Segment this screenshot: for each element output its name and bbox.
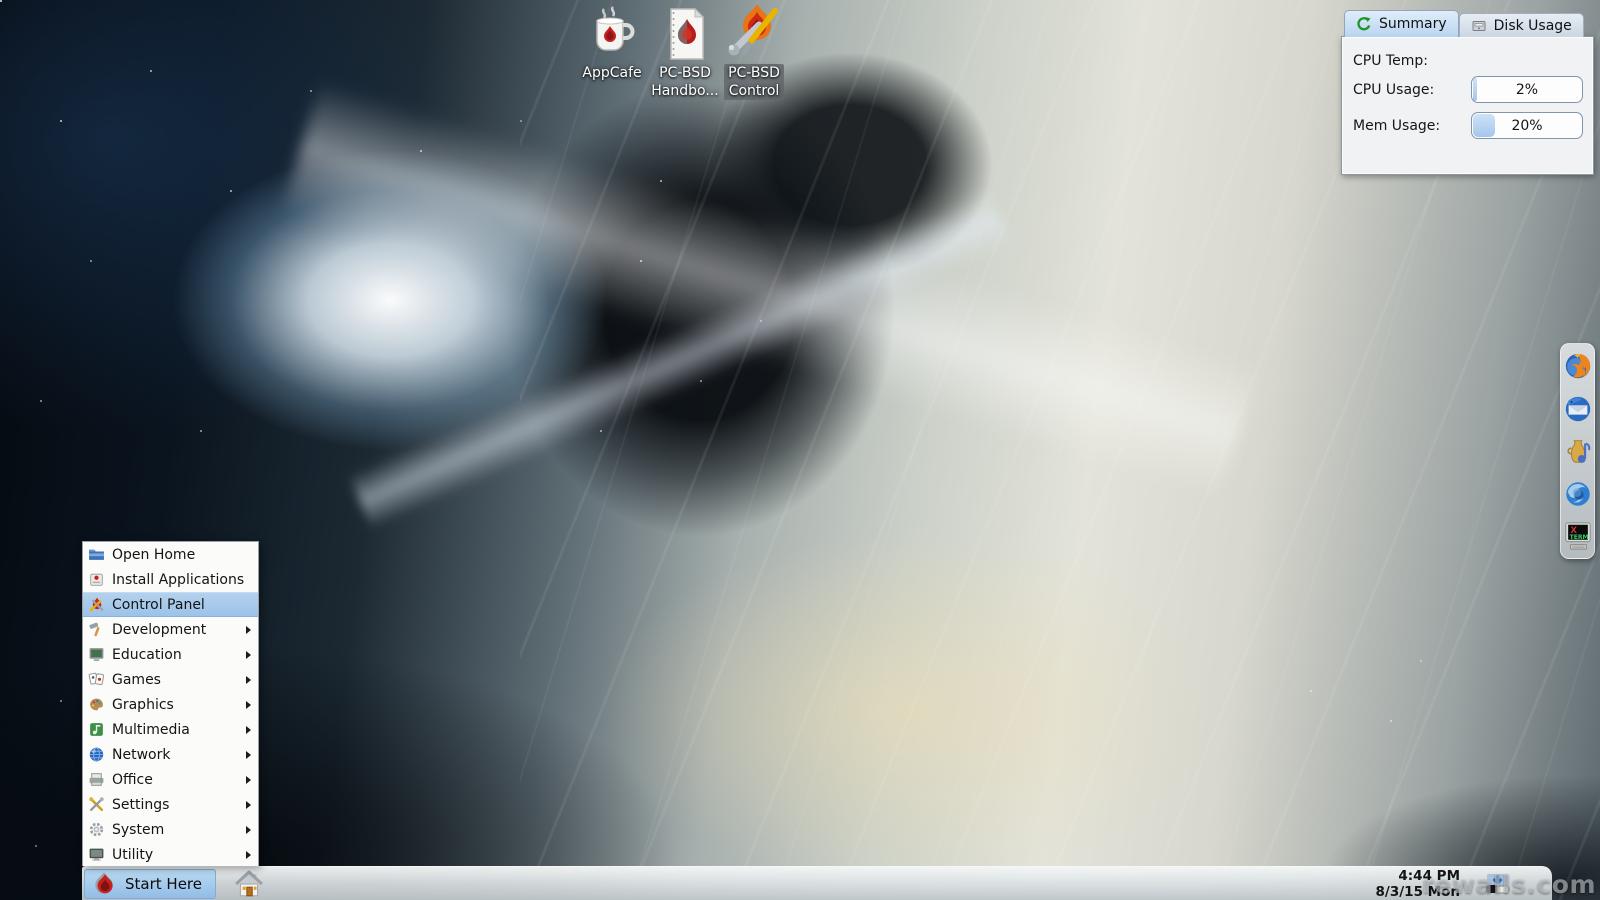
start-button[interactable]: Start Here xyxy=(84,868,216,899)
submenu-arrow-icon xyxy=(246,825,251,834)
menu-item-games[interactable]: Games xyxy=(83,667,258,692)
mem-usage-bar: 20% xyxy=(1471,112,1583,139)
house-icon xyxy=(235,870,263,896)
menu-item-office[interactable]: Office xyxy=(83,767,258,792)
menu-item-open-home[interactable]: Open Home xyxy=(83,542,258,567)
cpu-usage-bar: 2% xyxy=(1471,76,1583,103)
submenu-arrow-icon xyxy=(246,700,251,709)
palette-icon xyxy=(90,698,103,711)
crossed-tools-icon xyxy=(89,797,104,812)
submenu-arrow-icon xyxy=(246,850,251,859)
menu-item-utility[interactable]: Utility xyxy=(83,842,258,867)
monitor-body: CPU Temp: CPU Usage: 2% Mem Usage: 20% xyxy=(1341,36,1594,175)
home-button[interactable] xyxy=(232,868,266,900)
desktop-icon-label: PC-BSD Control xyxy=(724,64,784,100)
firefox-icon xyxy=(1565,353,1590,379)
monitor-tabs: Summary Disk Usage xyxy=(1341,10,1594,37)
dock-item-browser[interactable] xyxy=(1563,479,1593,509)
submenu-arrow-icon xyxy=(246,800,251,809)
menu-item-install-applications[interactable]: Install Applications xyxy=(83,567,258,592)
xterm-icon: X TERM xyxy=(1564,522,1591,550)
start-menu: Open Home Install Applications Control P… xyxy=(82,541,259,866)
media-icon xyxy=(90,723,103,736)
menu-item-control-panel[interactable]: Control Panel xyxy=(83,592,258,617)
dock-item-music-player[interactable] xyxy=(1563,436,1593,466)
dock-item-firefox[interactable] xyxy=(1563,351,1593,381)
taskbar: Start Here 4:44 PM 8/3/15 Mon xyxy=(82,866,1552,900)
control-panel-icon xyxy=(89,597,104,612)
blackboard-icon xyxy=(89,648,104,661)
system-monitor-widget: Summary Disk Usage CPU Temp: CPU Usage: … xyxy=(1341,10,1594,175)
menu-item-system[interactable]: System xyxy=(83,817,258,842)
handbook-document-icon xyxy=(670,7,705,60)
desktop: AppCafe PC-BSD Handbo... PC-BSD Control … xyxy=(0,0,1600,900)
tab-disk-usage[interactable]: Disk Usage xyxy=(1458,13,1584,37)
menu-item-settings[interactable]: Settings xyxy=(83,792,258,817)
desktop-icon-appcafe[interactable]: AppCafe xyxy=(575,6,649,82)
menu-item-education[interactable]: Education xyxy=(83,642,258,667)
cpu-usage-row: CPU Usage: 2% xyxy=(1353,76,1583,103)
hammer-icon xyxy=(89,622,100,637)
monitor-icon xyxy=(89,848,104,861)
menu-item-network[interactable]: Network xyxy=(83,742,258,767)
menu-item-development[interactable]: Development xyxy=(83,617,258,642)
menu-item-multimedia[interactable]: Multimedia xyxy=(83,717,258,742)
submenu-arrow-icon xyxy=(246,750,251,759)
printer-icon xyxy=(89,773,104,786)
refresh-icon xyxy=(1357,17,1371,31)
submenu-arrow-icon xyxy=(246,775,251,784)
mem-usage-row: Mem Usage: 20% xyxy=(1353,112,1583,139)
cpu-temp-row: CPU Temp: xyxy=(1353,52,1428,69)
desktop-icon-label: PC-BSD Handbo... xyxy=(651,65,719,99)
appcafe-mug-icon xyxy=(596,6,635,51)
cards-icon xyxy=(88,672,105,686)
home-folder-icon xyxy=(89,549,104,560)
juk-music-icon xyxy=(1566,440,1590,463)
stars-decoration xyxy=(0,0,2,2)
tab-summary[interactable]: Summary xyxy=(1344,10,1459,37)
wallpaper-watermark: rewalls.com xyxy=(1421,870,1596,899)
submenu-arrow-icon xyxy=(246,650,251,659)
submenu-arrow-icon xyxy=(246,625,251,634)
konqueror-globe-icon xyxy=(1565,481,1590,506)
disk-icon xyxy=(1472,20,1486,31)
globe-icon xyxy=(89,747,104,762)
desktop-icon-control[interactable]: PC-BSD Control xyxy=(717,2,791,100)
package-icon xyxy=(90,573,103,586)
menu-item-graphics[interactable]: Graphics xyxy=(83,692,258,717)
dock-item-thunderbird[interactable] xyxy=(1563,394,1593,424)
thunderbird-icon xyxy=(1565,396,1590,421)
quick-launch-dock: X TERM xyxy=(1560,343,1595,559)
desktop-icon-label: AppCafe xyxy=(582,65,642,81)
dock-item-xterm[interactable]: X TERM xyxy=(1563,521,1593,551)
svg-text:TERM: TERM xyxy=(1569,534,1588,541)
submenu-arrow-icon xyxy=(246,725,251,734)
gear-icon xyxy=(89,822,104,837)
desktop-icon-handbook[interactable]: PC-BSD Handbo... xyxy=(648,6,722,100)
control-tools-icon xyxy=(728,4,778,56)
pcbsd-flame-icon xyxy=(95,871,113,894)
submenu-arrow-icon xyxy=(246,675,251,684)
